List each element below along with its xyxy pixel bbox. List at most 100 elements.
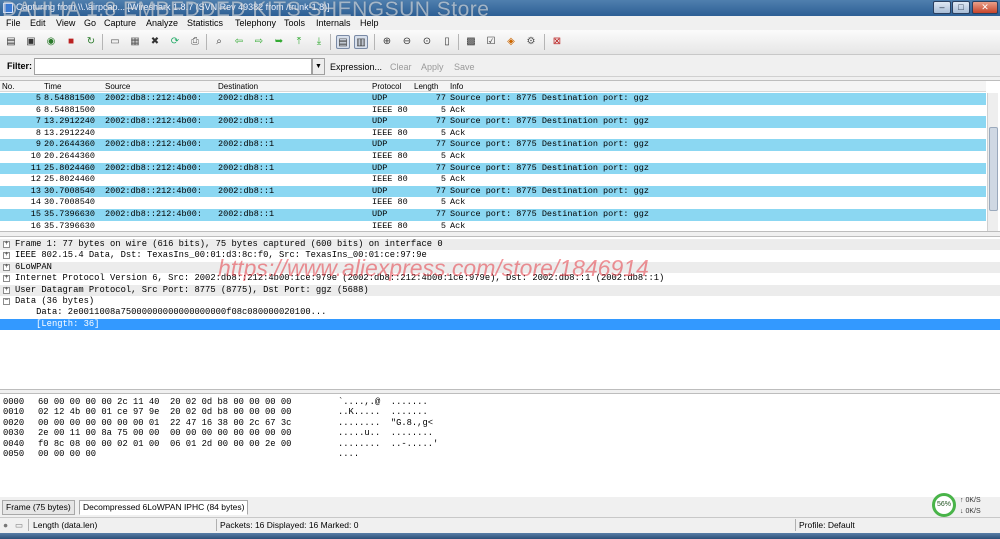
preferences-icon[interactable]: ⚙	[524, 35, 538, 49]
menu-go[interactable]: Go	[84, 18, 96, 28]
menu-capture[interactable]: Capture	[104, 18, 136, 28]
menu-telephony[interactable]: Telephony	[235, 18, 276, 28]
filter-dropdown-button[interactable]: ▼	[312, 58, 325, 75]
detail-row[interactable]: + User Datagram Protocol, Src Port: 8775 …	[0, 284, 1000, 296]
cell-destination: 2002:db8::1	[218, 185, 275, 196]
maximize-button[interactable]: □	[952, 1, 970, 14]
filter-input[interactable]	[34, 58, 312, 75]
display-filters-icon[interactable]: ☑	[484, 35, 498, 49]
menu-help[interactable]: Help	[360, 18, 379, 28]
expression-button[interactable]: Expression...	[330, 62, 382, 72]
menu-edit[interactable]: Edit	[30, 18, 46, 28]
status-profile[interactable]: Profile: Default	[799, 520, 855, 530]
status-field: Length (data.len)	[33, 520, 98, 530]
resize-columns-icon[interactable]: ▯	[440, 35, 454, 49]
detail-row[interactable]: Data: 2e0011008a75000000000000000000f08c…	[0, 307, 1000, 318]
start-capture-icon[interactable]: ◉	[44, 35, 58, 49]
colorize-icon[interactable]: ▤	[336, 35, 350, 49]
bytes-row[interactable]: 0030 2e 00 11 00 8a 75 00 00 00 00 00 00 …	[0, 428, 1000, 438]
capture-comment-icon[interactable]: ▭	[15, 520, 23, 531]
print-icon[interactable]: ⎙	[188, 35, 202, 49]
menu-analyze[interactable]: Analyze	[146, 18, 178, 28]
menu-file[interactable]: File	[6, 18, 21, 28]
packet-row[interactable]: 7 13.2912240 2002:db8::212:4b00: 2002:db8::…	[0, 116, 986, 128]
close-file-icon[interactable]: ✖	[148, 35, 162, 49]
reload-icon[interactable]: ⟳	[168, 35, 182, 49]
scrollbar-thumb[interactable]	[989, 127, 998, 211]
detail-text: Frame 1: 77 bytes on wire (616 bits), 75…	[15, 239, 443, 249]
cell-info: Ack	[450, 220, 466, 231]
restart-capture-icon[interactable]: ↻	[84, 35, 98, 49]
packet-row[interactable]: 8 13.2912240 IEEE 80 5 Ack	[0, 127, 986, 140]
packet-row[interactable]: 13 30.7008540 2002:db8::212:4b00: 2002:db8:…	[0, 185, 986, 198]
close-button[interactable]: ✕	[972, 1, 998, 14]
menu-tools[interactable]: Tools	[284, 18, 305, 28]
packet-row[interactable]: 9 20.2644360 2002:db8::212:4b00: 2002:db8::…	[0, 139, 986, 151]
packet-row[interactable]: 12 25.8024460 IEEE 80 5 Ack	[0, 174, 986, 186]
capture-options-icon[interactable]: ▣	[24, 35, 38, 49]
expand-icon[interactable]: +	[3, 263, 10, 271]
save-file-icon[interactable]: ▦	[128, 35, 142, 49]
packet-bytes[interactable]: 0000 60 00 00 00 00 2c 11 40 20 02 0d b8 …	[0, 393, 1000, 497]
packet-row[interactable]: 11 25.8024460 2002:db8::212:4b00: 2002:db8:…	[0, 162, 986, 175]
menu-view[interactable]: View	[56, 18, 75, 28]
packet-row[interactable]: 10 20.2644360 IEEE 80 5 Ack	[0, 151, 986, 163]
cell-destination: 2002:db8::1	[218, 209, 275, 219]
normal-size-icon[interactable]: ⊙	[420, 35, 434, 49]
expand-icon[interactable]: +	[3, 252, 10, 260]
packet-row[interactable]: 5 8.54881500 2002:db8::212:4b00: 2002:db8::…	[0, 93, 986, 105]
find-packet-icon[interactable]: ⌕	[212, 35, 226, 49]
capture-filters-icon[interactable]: ▩	[464, 35, 478, 49]
stop-capture-icon[interactable]: ■	[64, 35, 78, 49]
column-length[interactable]: Length	[414, 82, 438, 91]
column-protocol[interactable]: Protocol	[372, 82, 401, 91]
expand-icon[interactable]: +	[3, 241, 10, 248]
zoom-in-icon[interactable]: ⊕	[380, 35, 394, 49]
bytes-row[interactable]: 0010 02 12 4b 00 01 ce 97 9e 20 02 0d b8 …	[0, 407, 1000, 417]
column-no[interactable]: No.	[2, 82, 14, 91]
packet-list-scrollbar[interactable]	[987, 93, 998, 231]
zoom-out-icon[interactable]: ⊖	[400, 35, 414, 49]
packet-row[interactable]: 6 8.54881500 IEEE 80 5 Ack	[0, 104, 986, 117]
packet-row[interactable]: 14 30.7008540 IEEE 80 5 Ack	[0, 197, 986, 209]
column-source[interactable]: Source	[105, 82, 130, 91]
expand-icon[interactable]: +	[3, 275, 10, 283]
apply-button[interactable]: Apply	[421, 62, 444, 72]
tab-decompressed[interactable]: Decompressed 6LoWPAN IPHC (84 bytes)	[79, 500, 249, 515]
bytes-row[interactable]: 0020 00 00 00 00 00 00 00 01 22 47 16 38 …	[0, 418, 1000, 428]
detail-row[interactable]: − Data (36 bytes)	[0, 296, 1000, 307]
byte-ascii: ..K..... .......	[338, 407, 428, 418]
go-forward-icon[interactable]: ⇨	[252, 35, 266, 49]
first-packet-icon[interactable]: ⤒	[292, 35, 306, 49]
last-packet-icon[interactable]: ⤓	[312, 35, 326, 49]
packet-row[interactable]: 16 35.7396630 IEEE 80 5 Ack	[0, 220, 986, 231]
interfaces-icon[interactable]: ▤	[4, 35, 18, 49]
tab-frame[interactable]: Frame (75 bytes)	[2, 500, 75, 515]
filter-label: Filter:	[7, 61, 33, 71]
expert-info-icon[interactable]: ●	[3, 520, 8, 530]
bytes-row[interactable]: 0000 60 00 00 00 00 2c 11 40 20 02 0d b8 …	[0, 397, 1000, 407]
auto-scroll-icon[interactable]: ▥	[354, 35, 368, 49]
packet-row[interactable]: 15 35.7396630 2002:db8::212:4b00: 2002:db8:…	[0, 209, 986, 221]
detail-row[interactable]: [Length: 36]	[0, 318, 1000, 331]
column-destination[interactable]: Destination	[218, 82, 258, 91]
save-filter-button[interactable]: Save	[454, 62, 475, 72]
detail-row[interactable]: + Frame 1: 77 bytes on wire (616 bits), 7…	[0, 239, 1000, 251]
minimize-button[interactable]: –	[933, 1, 951, 14]
menu-statistics[interactable]: Statistics	[187, 18, 223, 28]
clear-button[interactable]: Clear	[390, 62, 412, 72]
open-file-icon[interactable]: ▭	[108, 35, 122, 49]
menu-internals[interactable]: Internals	[316, 18, 351, 28]
bytes-row[interactable]: 0040 f0 8c 08 00 00 02 01 00 06 01 2d 00 …	[0, 439, 1000, 449]
cell-destination: 2002:db8::1	[218, 93, 275, 103]
go-back-icon[interactable]: ⇦	[232, 35, 246, 49]
column-info[interactable]: Info	[450, 82, 463, 91]
packet-list[interactable]: No. Time Source Destination Protocol Len…	[0, 80, 1000, 232]
coloring-rules-icon[interactable]: ◈	[504, 35, 518, 49]
expand-icon[interactable]: +	[3, 286, 10, 294]
help-icon[interactable]: ⊠	[550, 35, 564, 49]
bytes-row[interactable]: 0050 00 00 00 00....	[0, 449, 1000, 459]
column-time[interactable]: Time	[44, 82, 61, 91]
collapse-icon[interactable]: −	[3, 298, 10, 305]
go-to-packet-icon[interactable]: ➥	[272, 35, 286, 49]
